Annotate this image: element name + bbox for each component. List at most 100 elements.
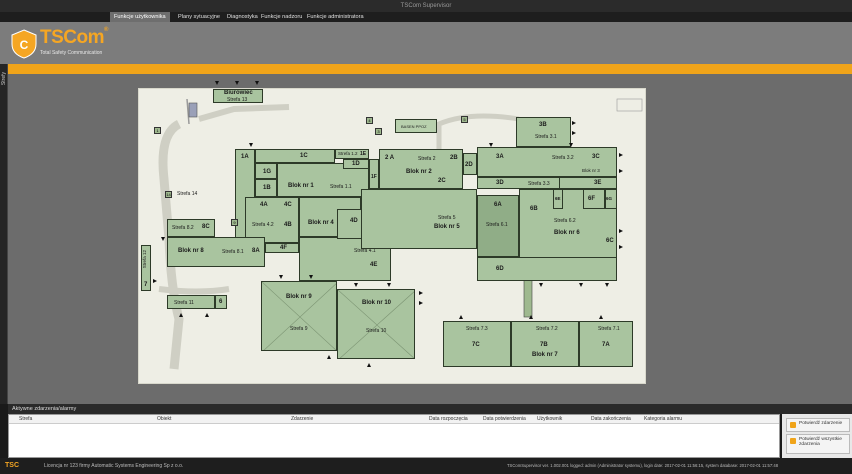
col-object[interactable]: Obiekt (157, 415, 171, 423)
confirm-event-button[interactable]: Potwierdź zdarzenie (786, 418, 850, 432)
zone-blok-9[interactable]: Blok nr 9 Strefa 9 (261, 281, 337, 351)
zone-label: 6A (494, 202, 502, 208)
zone-1C[interactable]: 1C (255, 149, 335, 163)
col-zone[interactable]: Strefa (19, 415, 32, 423)
zone-6G[interactable]: 6G (605, 189, 617, 209)
zone-biurowiec[interactable]: Biurowiec Strefa 13 (213, 89, 263, 103)
sensor-marker-icon[interactable] (489, 143, 493, 147)
zone-label: 6B (530, 206, 538, 212)
sensor-marker-icon[interactable] (205, 313, 209, 317)
zone-6D[interactable]: 6D (477, 257, 617, 281)
menu-diagnostics[interactable]: Diagnostyka (223, 12, 262, 22)
orange-accent-bar (0, 64, 852, 74)
sensor-marker-icon[interactable] (279, 275, 283, 279)
zone-9-marker[interactable]: 9 (231, 219, 238, 226)
zone-label: 2D (465, 162, 473, 168)
sensor-marker-icon[interactable] (255, 81, 259, 85)
sensor-marker-icon[interactable] (459, 315, 463, 319)
sensor-marker-icon[interactable] (619, 245, 623, 249)
zone-6F[interactable]: 6F (583, 189, 605, 209)
zone-label: Strefa 8.2 (172, 225, 194, 231)
zone-blok-8[interactable]: Blok nr 8 Strefa 8.1 8A (167, 237, 265, 267)
zone-strefa-11[interactable]: Strefa 11 (167, 295, 215, 309)
shield-logo-icon: C (11, 29, 37, 59)
sensor-marker-icon[interactable] (529, 315, 533, 319)
col-event[interactable]: Zdarzenie (291, 415, 313, 423)
sensor-marker-icon[interactable] (579, 283, 583, 287)
zone-label: Strefa 1.2 (338, 151, 358, 156)
zone-1D[interactable]: 1D (343, 159, 369, 169)
sensor-marker-icon[interactable] (161, 237, 165, 241)
zone-basen[interactable]: BASEN PPOZ (395, 119, 437, 133)
sensor-marker-icon[interactable] (153, 279, 157, 283)
sensor-marker-icon[interactable] (327, 355, 331, 359)
alarms-table[interactable]: Strefa Obiekt Zdarzenie Data rozpoczęcia… (8, 414, 780, 458)
menu-user-functions[interactable]: Funkcje użytkownika (110, 12, 170, 22)
sensor-marker-icon[interactable] (572, 131, 576, 135)
zone-strefa-12[interactable]: Strefa 12 7 (141, 245, 151, 291)
sensor-marker-icon[interactable] (539, 283, 543, 287)
zone-blok-10[interactable]: Blok nr 10 Strefa 10 (337, 289, 415, 359)
col-user[interactable]: Użytkownik (537, 415, 562, 423)
col-start-date[interactable]: Data rozpoczęcia (429, 415, 468, 423)
sensor-marker-icon[interactable] (309, 275, 313, 279)
confirm-all-events-button[interactable]: Potwierdź wszystkie zdarzenia (786, 434, 850, 454)
zone-1E[interactable]: Strefa 1.2 1E (335, 149, 369, 159)
object-marker[interactable]: 4 (366, 117, 373, 124)
sensor-marker-icon[interactable] (387, 283, 391, 287)
sensor-marker-icon[interactable] (599, 315, 603, 319)
zone-1B[interactable]: 1B (255, 179, 277, 197)
sensor-marker-icon[interactable] (569, 143, 573, 147)
sensor-marker-icon[interactable] (619, 229, 623, 233)
zone-7C[interactable]: Strefa 7.3 7C (443, 321, 511, 367)
site-plan-area[interactable]: Biurowiec Strefa 13 1 3 4 5 14 Strefa 14… (8, 74, 852, 404)
zone-3E[interactable]: 3E (559, 177, 617, 189)
zone-7A[interactable]: Strefa 7.1 7A (579, 321, 633, 367)
zone-6E[interactable]: 6E (553, 189, 563, 209)
zone-label: 7B (540, 342, 548, 348)
zones-sidebar[interactable]: Strefy (0, 64, 8, 404)
zone-label: 4F (280, 245, 288, 251)
object-marker[interactable]: 14 (165, 191, 172, 198)
brand-tagline: Total Safety Communication (40, 50, 103, 56)
alarm-actions: Potwierdź zdarzenie Potwierdź wszystkie … (782, 414, 852, 458)
sensor-marker-icon[interactable] (572, 121, 576, 125)
sensor-marker-icon[interactable] (619, 169, 623, 173)
object-marker[interactable]: 3 (375, 128, 382, 135)
zone-6-small[interactable]: 6 (215, 295, 227, 309)
sensor-marker-icon[interactable] (249, 143, 253, 147)
col-alarm-category[interactable]: Kategoria alarmu (644, 415, 682, 423)
zone-1G[interactable]: 1G (255, 163, 277, 179)
zone-label: Strefa 1.1 (330, 184, 352, 190)
zone-label: 8C (202, 224, 210, 230)
sensor-marker-icon[interactable] (367, 363, 371, 367)
zone-2D[interactable]: 2D (463, 153, 477, 175)
col-confirm-date[interactable]: Data potwierdzenia (483, 415, 526, 423)
menu-site-plans[interactable]: Plany sytuacyjne (174, 12, 224, 22)
zone-4F[interactable]: 4F (265, 243, 299, 253)
zone-label: 3C (592, 154, 600, 160)
sensor-marker-icon[interactable] (419, 301, 423, 305)
object-marker[interactable]: 1 (154, 127, 161, 134)
zone-blok-2[interactable]: 2 A Strefa 2 2B Blok nr 2 2C (379, 149, 463, 189)
zone-8C[interactable]: Strefa 8.2 8C (167, 219, 215, 237)
sensor-marker-icon[interactable] (215, 81, 219, 85)
sensor-marker-icon[interactable] (235, 81, 239, 85)
sensor-marker-icon[interactable] (605, 283, 609, 287)
zone-blok-3[interactable]: 3A Strefa 3.2 3C Blok nr 3 (477, 147, 617, 177)
confirm-all-label: Potwierdź wszystkie zdarzenia (799, 437, 842, 447)
zone-1F[interactable]: 1F (369, 159, 379, 189)
sensor-marker-icon[interactable] (179, 313, 183, 317)
object-marker[interactable]: 5 (461, 116, 468, 123)
menu-admin-functions[interactable]: Funkcje administratora (303, 12, 368, 22)
sensor-marker-icon[interactable] (619, 153, 623, 157)
zone-3B[interactable]: 3B Strefa 3.1 (516, 117, 571, 147)
zone-6A[interactable]: 6A Strefa 6.1 (477, 195, 519, 257)
sensor-marker-icon[interactable] (354, 283, 358, 287)
sensor-marker-icon[interactable] (419, 291, 423, 295)
menu-supervision[interactable]: Funkcje nadzoru (257, 12, 306, 22)
zone-7B[interactable]: Strefa 7.2 7B Blok nr 7 (511, 321, 579, 367)
zone-blok-5[interactable]: Strefa 5 Blok nr 5 (361, 189, 477, 249)
col-end-date[interactable]: Data zakończenia (591, 415, 631, 423)
site-plan[interactable]: Biurowiec Strefa 13 1 3 4 5 14 Strefa 14… (138, 81, 646, 384)
